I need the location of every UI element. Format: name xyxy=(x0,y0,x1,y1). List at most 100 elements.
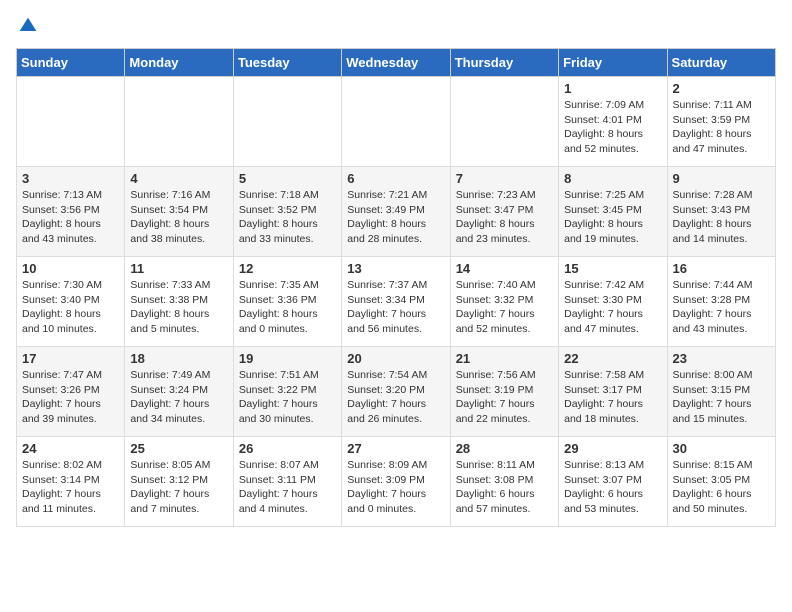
calendar-cell: 28Sunrise: 8:11 AM Sunset: 3:08 PM Dayli… xyxy=(450,437,558,527)
cell-info: Sunrise: 7:47 AM Sunset: 3:26 PM Dayligh… xyxy=(22,368,119,427)
calendar-cell: 1Sunrise: 7:09 AM Sunset: 4:01 PM Daylig… xyxy=(559,77,667,167)
cell-info: Sunrise: 7:35 AM Sunset: 3:36 PM Dayligh… xyxy=(239,278,336,337)
cell-info: Sunrise: 7:42 AM Sunset: 3:30 PM Dayligh… xyxy=(564,278,661,337)
cell-info: Sunrise: 7:49 AM Sunset: 3:24 PM Dayligh… xyxy=(130,368,227,427)
calendar-table: SundayMondayTuesdayWednesdayThursdayFrid… xyxy=(16,48,776,527)
calendar-cell: 5 Sunrise: 7:18 AM Sunset: 3:52 PM Daylig… xyxy=(233,167,341,257)
calendar-cell xyxy=(450,77,558,167)
cell-day-number: 1 xyxy=(564,81,661,96)
logo xyxy=(16,16,38,36)
calendar-cell xyxy=(342,77,450,167)
cell-info: Sunrise: 7:25 AM Sunset: 3:45 PM Dayligh… xyxy=(564,188,661,247)
cell-info: Sunrise: 7:54 AM Sunset: 3:20 PM Dayligh… xyxy=(347,368,444,427)
cell-info: Sunrise: 8:07 AM Sunset: 3:11 PM Dayligh… xyxy=(239,458,336,517)
cell-day-number: 22 xyxy=(564,351,661,366)
cell-info: Sunrise: 7:11 AM Sunset: 3:59 PM Dayligh… xyxy=(673,98,770,157)
week-row-3: 10 Sunrise: 7:30 AM Sunset: 3:40 PM Dayli… xyxy=(17,257,776,347)
calendar-cell: 27 Sunrise: 8:09 AM Sunset: 3:09 PM Dayli… xyxy=(342,437,450,527)
cell-day-number: 19 xyxy=(239,351,336,366)
cell-day-number: 16 xyxy=(673,261,770,276)
week-row-2: 3Sunrise: 7:13 AM Sunset: 3:56 PM Daylig… xyxy=(17,167,776,257)
cell-day-number: 25 xyxy=(130,441,227,456)
cell-day-number: 30 xyxy=(673,441,770,456)
cell-info: Sunrise: 7:13 AM Sunset: 3:56 PM Dayligh… xyxy=(22,188,119,247)
cell-day-number: 28 xyxy=(456,441,553,456)
calendar-cell: 9 Sunrise: 7:28 AM Sunset: 3:43 PM Daylig… xyxy=(667,167,775,257)
calendar-cell: 16 Sunrise: 7:44 AM Sunset: 3:28 PM Dayli… xyxy=(667,257,775,347)
cell-day-number: 20 xyxy=(347,351,444,366)
week-row-5: 24 Sunrise: 8:02 AM Sunset: 3:14 PM Dayli… xyxy=(17,437,776,527)
calendar-cell: 4 Sunrise: 7:16 AM Sunset: 3:54 PM Daylig… xyxy=(125,167,233,257)
day-header-friday: Friday xyxy=(559,49,667,77)
cell-info: Sunrise: 7:56 AM Sunset: 3:19 PM Dayligh… xyxy=(456,368,553,427)
day-header-saturday: Saturday xyxy=(667,49,775,77)
cell-day-number: 12 xyxy=(239,261,336,276)
cell-day-number: 2 xyxy=(673,81,770,96)
cell-day-number: 27 xyxy=(347,441,444,456)
cell-info: Sunrise: 7:58 AM Sunset: 3:17 PM Dayligh… xyxy=(564,368,661,427)
cell-day-number: 8 xyxy=(564,171,661,186)
cell-info: Sunrise: 7:18 AM Sunset: 3:52 PM Dayligh… xyxy=(239,188,336,247)
cell-day-number: 26 xyxy=(239,441,336,456)
calendar-cell: 8 Sunrise: 7:25 AM Sunset: 3:45 PM Daylig… xyxy=(559,167,667,257)
cell-info: Sunrise: 8:09 AM Sunset: 3:09 PM Dayligh… xyxy=(347,458,444,517)
calendar-cell xyxy=(17,77,125,167)
cell-day-number: 29 xyxy=(564,441,661,456)
day-header-monday: Monday xyxy=(125,49,233,77)
cell-day-number: 24 xyxy=(22,441,119,456)
day-header-thursday: Thursday xyxy=(450,49,558,77)
calendar-cell: 23 Sunrise: 8:00 AM Sunset: 3:15 PM Dayli… xyxy=(667,347,775,437)
week-row-4: 17Sunrise: 7:47 AM Sunset: 3:26 PM Dayli… xyxy=(17,347,776,437)
calendar-cell: 30 Sunrise: 8:15 AM Sunset: 3:05 PM Dayli… xyxy=(667,437,775,527)
cell-info: Sunrise: 8:15 AM Sunset: 3:05 PM Dayligh… xyxy=(673,458,770,517)
cell-info: Sunrise: 7:16 AM Sunset: 3:54 PM Dayligh… xyxy=(130,188,227,247)
calendar-cell: 14 Sunrise: 7:40 AM Sunset: 3:32 PM Dayli… xyxy=(450,257,558,347)
cell-info: Sunrise: 8:00 AM Sunset: 3:15 PM Dayligh… xyxy=(673,368,770,427)
cell-day-number: 4 xyxy=(130,171,227,186)
cell-info: Sunrise: 7:33 AM Sunset: 3:38 PM Dayligh… xyxy=(130,278,227,337)
cell-day-number: 7 xyxy=(456,171,553,186)
cell-day-number: 18 xyxy=(130,351,227,366)
cell-day-number: 6 xyxy=(347,171,444,186)
calendar-cell: 2 Sunrise: 7:11 AM Sunset: 3:59 PM Daylig… xyxy=(667,77,775,167)
cell-day-number: 21 xyxy=(456,351,553,366)
calendar-cell: 29 Sunrise: 8:13 AM Sunset: 3:07 PM Dayli… xyxy=(559,437,667,527)
calendar-cell: 24 Sunrise: 8:02 AM Sunset: 3:14 PM Dayli… xyxy=(17,437,125,527)
calendar-cell: 25 Sunrise: 8:05 AM Sunset: 3:12 PM Dayli… xyxy=(125,437,233,527)
cell-info: Sunrise: 8:13 AM Sunset: 3:07 PM Dayligh… xyxy=(564,458,661,517)
cell-day-number: 5 xyxy=(239,171,336,186)
cell-day-number: 10 xyxy=(22,261,119,276)
calendar-cell: 11 Sunrise: 7:33 AM Sunset: 3:38 PM Dayli… xyxy=(125,257,233,347)
cell-day-number: 11 xyxy=(130,261,227,276)
calendar-cell xyxy=(125,77,233,167)
calendar-cell: 18 Sunrise: 7:49 AM Sunset: 3:24 PM Dayli… xyxy=(125,347,233,437)
cell-info: Sunrise: 7:44 AM Sunset: 3:28 PM Dayligh… xyxy=(673,278,770,337)
calendar-cell: 20 Sunrise: 7:54 AM Sunset: 3:20 PM Dayli… xyxy=(342,347,450,437)
cell-info: Sunrise: 8:02 AM Sunset: 3:14 PM Dayligh… xyxy=(22,458,119,517)
cell-day-number: 9 xyxy=(673,171,770,186)
days-header-row: SundayMondayTuesdayWednesdayThursdayFrid… xyxy=(17,49,776,77)
cell-info: Sunrise: 7:28 AM Sunset: 3:43 PM Dayligh… xyxy=(673,188,770,247)
day-header-sunday: Sunday xyxy=(17,49,125,77)
calendar-cell: 13 Sunrise: 7:37 AM Sunset: 3:34 PM Dayli… xyxy=(342,257,450,347)
calendar-cell: 15Sunrise: 7:42 AM Sunset: 3:30 PM Dayli… xyxy=(559,257,667,347)
cell-day-number: 14 xyxy=(456,261,553,276)
calendar-cell: 7 Sunrise: 7:23 AM Sunset: 3:47 PM Daylig… xyxy=(450,167,558,257)
day-header-wednesday: Wednesday xyxy=(342,49,450,77)
calendar-cell xyxy=(233,77,341,167)
cell-info: Sunrise: 7:23 AM Sunset: 3:47 PM Dayligh… xyxy=(456,188,553,247)
cell-info: Sunrise: 7:40 AM Sunset: 3:32 PM Dayligh… xyxy=(456,278,553,337)
cell-info: Sunrise: 7:37 AM Sunset: 3:34 PM Dayligh… xyxy=(347,278,444,337)
calendar-cell: 21 Sunrise: 7:56 AM Sunset: 3:19 PM Dayli… xyxy=(450,347,558,437)
cell-info: Sunrise: 7:21 AM Sunset: 3:49 PM Dayligh… xyxy=(347,188,444,247)
cell-day-number: 23 xyxy=(673,351,770,366)
calendar-cell: 17Sunrise: 7:47 AM Sunset: 3:26 PM Dayli… xyxy=(17,347,125,437)
cell-day-number: 13 xyxy=(347,261,444,276)
week-row-1: 1Sunrise: 7:09 AM Sunset: 4:01 PM Daylig… xyxy=(17,77,776,167)
calendar-cell: 12 Sunrise: 7:35 AM Sunset: 3:36 PM Dayli… xyxy=(233,257,341,347)
logo-icon xyxy=(18,16,38,36)
calendar-cell: 6 Sunrise: 7:21 AM Sunset: 3:49 PM Daylig… xyxy=(342,167,450,257)
cell-info: Sunrise: 7:30 AM Sunset: 3:40 PM Dayligh… xyxy=(22,278,119,337)
cell-info: Sunrise: 8:05 AM Sunset: 3:12 PM Dayligh… xyxy=(130,458,227,517)
calendar-cell: 19Sunrise: 7:51 AM Sunset: 3:22 PM Dayli… xyxy=(233,347,341,437)
